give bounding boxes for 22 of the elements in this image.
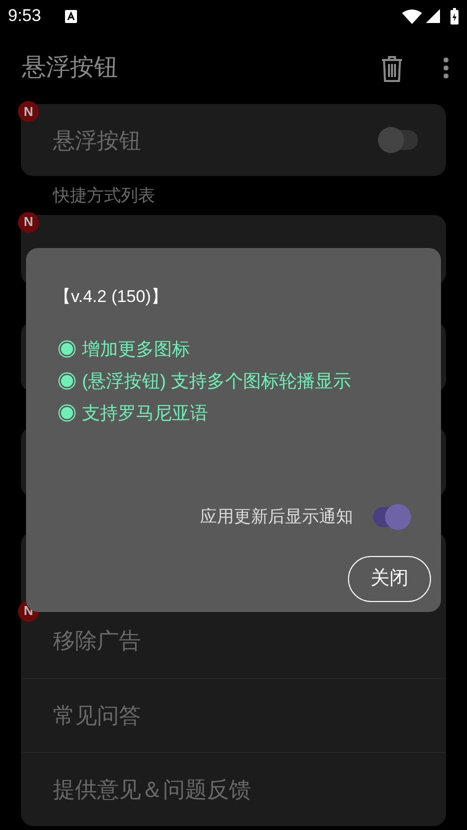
- status-time: 9:53: [8, 5, 42, 28]
- new-badge: N: [18, 212, 39, 232]
- version-text: 【v.4.2 (150)】: [54, 286, 170, 308]
- bullet-icon: [58, 372, 76, 390]
- app-title: 悬浮按钮: [22, 53, 119, 83]
- change-item: (悬浮按钮) 支持多个图标轮播显示: [82, 370, 351, 393]
- new-badge: N: [18, 101, 39, 122]
- battery-icon: [450, 8, 459, 24]
- toggle-switch[interactable]: [378, 127, 420, 153]
- notify-label: 应用更新后显示通知: [200, 506, 353, 528]
- change-item: 增加更多图标: [82, 338, 190, 360]
- close-button[interactable]: 关闭: [348, 556, 431, 602]
- trash-icon[interactable]: [381, 54, 403, 82]
- signal-icon: [426, 9, 440, 23]
- card-label: 悬浮按钮: [53, 126, 142, 154]
- bullet-icon: [58, 340, 76, 358]
- bullet-icon: [58, 404, 76, 422]
- wifi-icon: [402, 8, 422, 24]
- more-options-icon[interactable]: [443, 57, 449, 79]
- change-item: 支持罗马尼亚语: [82, 402, 208, 424]
- notification-icon: [65, 10, 78, 22]
- section-label: 快捷方式列表: [52, 185, 156, 207]
